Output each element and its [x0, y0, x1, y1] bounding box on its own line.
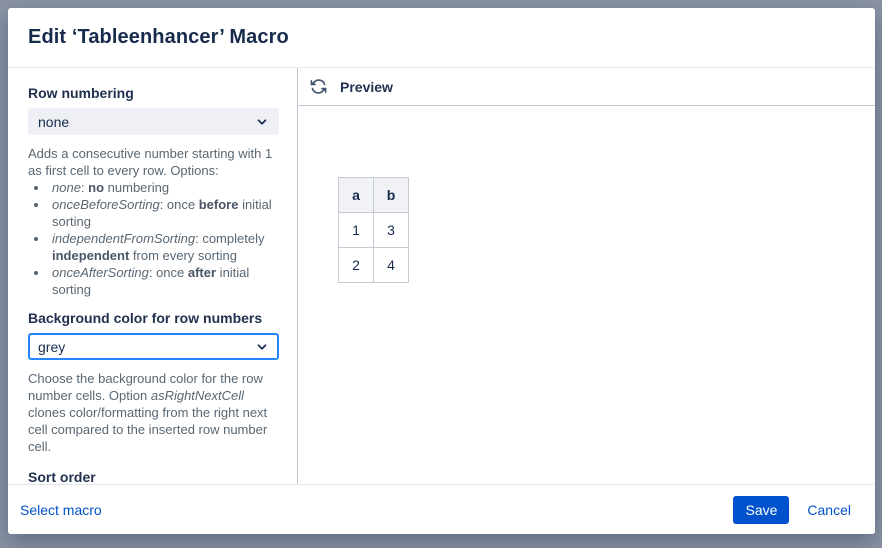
save-button[interactable]: Save	[733, 496, 789, 524]
table-cell: 3	[374, 213, 409, 248]
preview-title: Preview	[340, 79, 393, 95]
table-row: 2 4	[339, 248, 409, 283]
background-color-label: Background color for row numbers	[28, 309, 279, 327]
table-row: 1 3	[339, 213, 409, 248]
table-header-cell: a	[339, 178, 374, 213]
option-item: none: no numbering	[49, 179, 279, 196]
table-header-row: a b	[339, 178, 409, 213]
background-color-description: Choose the background color for the row …	[28, 370, 279, 455]
row-numbering-select[interactable]: none	[28, 108, 279, 135]
macro-parameters-panel: Row numbering none Adds a consecutive nu…	[8, 68, 298, 484]
row-numbering-value: none	[38, 114, 69, 130]
preview-content: a b 1 3 2 4	[298, 106, 875, 484]
refresh-icon[interactable]	[308, 77, 328, 97]
row-numbering-options-list: none: no numbering onceBeforeSorting: on…	[28, 179, 279, 298]
option-item: independentFromSorting: completely indep…	[49, 230, 279, 264]
dialog-body: Row numbering none Adds a consecutive nu…	[8, 68, 875, 484]
preview-header: Preview	[298, 68, 875, 106]
row-numbering-description: Adds a consecutive number starting with …	[28, 145, 279, 179]
background-color-select[interactable]: grey	[28, 333, 279, 360]
cancel-link[interactable]: Cancel	[807, 502, 851, 518]
table-header-cell: b	[374, 178, 409, 213]
background-color-value: grey	[38, 339, 65, 355]
dialog-title: Edit ‘Tableenhancer’ Macro	[28, 26, 289, 49]
dialog-footer: Select macro Save Cancel	[8, 484, 875, 534]
chevron-down-icon	[255, 115, 269, 129]
dialog-header: Edit ‘Tableenhancer’ Macro	[8, 8, 875, 68]
select-macro-link[interactable]: Select macro	[20, 502, 102, 518]
preview-panel: Preview a b 1 3	[298, 68, 875, 484]
row-numbering-label: Row numbering	[28, 84, 279, 102]
chevron-down-icon	[255, 340, 269, 354]
table-cell: 4	[374, 248, 409, 283]
table-cell: 1	[339, 213, 374, 248]
sort-order-label: Sort order	[28, 468, 279, 484]
edit-macro-dialog: Edit ‘Tableenhancer’ Macro Row numbering…	[8, 8, 875, 534]
table-cell: 2	[339, 248, 374, 283]
option-item: onceAfterSorting: once after initial sor…	[49, 264, 279, 298]
option-item: onceBeforeSorting: once before initial s…	[49, 196, 279, 230]
preview-table: a b 1 3 2 4	[338, 177, 409, 283]
